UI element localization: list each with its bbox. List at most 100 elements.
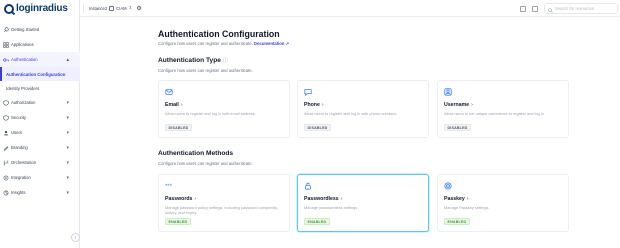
sidebar-subitem-identity-providers[interactable]: Identity Providers [0, 81, 80, 95]
chevron-right-icon: › [194, 196, 197, 202]
sidebar-item-orchestration[interactable]: Orchestration ▾ [0, 155, 80, 170]
sidebar-item-label: Users [11, 130, 22, 135]
chevron-right-icon: › [321, 102, 324, 108]
chevron-down-icon: ▾ [66, 99, 69, 106]
sidebar-item-users[interactable]: Users ▾ [0, 125, 80, 140]
card-title-text: Passwords [165, 196, 193, 202]
rocket-icon [3, 26, 9, 33]
external-link-icon: ↗ [285, 41, 290, 46]
chevron-down-icon: ▾ [66, 174, 69, 181]
svg-text:***: *** [165, 184, 173, 190]
card-description: Allow users to register and log in with … [165, 111, 256, 116]
palette-icon [3, 145, 9, 151]
card-passwordless[interactable]: Passwordless › Manage passwordless settin… [297, 174, 429, 232]
page-description-text: Configure how users can register and aut… [158, 41, 253, 46]
logo-icon [4, 3, 14, 14]
chevron-down-icon: ▾ [66, 114, 69, 121]
chevron-down-icon: ▾ [66, 129, 69, 136]
card-description: Manage Passkey settings. [444, 205, 490, 210]
password-icon: *** [165, 182, 173, 190]
search-input[interactable] [555, 6, 617, 11]
divider [83, 3, 84, 13]
sidebar-item-label: Branding [11, 145, 28, 150]
sidebar-item-integration[interactable]: Integration ▾ [0, 170, 80, 185]
top-bar-actions [520, 3, 618, 14]
gear-icon[interactable]: ⚙ [136, 5, 141, 12]
card-title: Passwordless › [304, 196, 342, 202]
sidebar: loginradius Getting Started Applications… [0, 0, 80, 248]
card-title: Phone › [304, 102, 324, 108]
page-description: Configure how users can register and aut… [158, 41, 289, 46]
chevron-right-icon: › [466, 196, 469, 202]
card-description: Allow users to register and log in with … [304, 111, 398, 116]
key-icon [3, 57, 9, 63]
search-icon [548, 0, 553, 18]
status-badge: ENABLED [444, 218, 470, 225]
card-title-text: Passwordless [304, 196, 339, 202]
chevron-down-icon: ▾ [66, 189, 69, 196]
lock-open-icon [304, 182, 312, 190]
sidebar-item-label: Insights [11, 190, 26, 195]
documentation-link[interactable]: Documentation ↗ [254, 41, 289, 46]
card-title-text: Phone [304, 102, 320, 108]
sidebar-subitem-label: Identity Providers [6, 85, 40, 91]
sidebar-nav: Getting Started Applications Authenticat… [0, 22, 80, 200]
chevron-down-icon: ▾ [66, 159, 69, 166]
page-title: Authentication Configuration [158, 29, 280, 39]
card-passkey[interactable]: Passkey › Manage Passkey settings. ENABLE… [437, 174, 569, 232]
tenant-switcher[interactable]: Instance2 CIAM ⇕ [89, 5, 132, 11]
logo[interactable]: loginradius [4, 3, 68, 14]
user-card-icon [444, 88, 452, 96]
sidebar-item-label: Integration [11, 175, 31, 180]
sidebar-item-label: Authorization [11, 100, 36, 105]
shield-icon [3, 114, 9, 121]
sidebar-item-authentication[interactable]: Authentication ▴ [0, 52, 80, 67]
card-description: Allow users to set unique usernames to r… [444, 111, 545, 116]
card-email[interactable]: Email › Allow users to register and log i… [158, 80, 290, 138]
sidebar-item-branding[interactable]: Branding ▾ [0, 140, 80, 155]
sidebar-item-insights[interactable]: Insights ▾ [0, 185, 80, 200]
sidebar-item-label: Authentication [11, 57, 38, 62]
environment-label: CIAM [116, 5, 127, 11]
chevron-left-icon: ‹ [74, 234, 77, 241]
card-description: Manage passwordless settings. [304, 205, 359, 210]
card-description: Manage password policy settings, includi… [165, 205, 278, 215]
mail-icon [165, 88, 173, 96]
card-passwords[interactable]: *** Passwords › Manage password policy se… [158, 174, 290, 232]
sidebar-item-label: Applications [11, 42, 34, 47]
info-icon[interactable]: ⓘ [223, 57, 228, 64]
sidebar-collapse-button[interactable]: ‹ [71, 233, 80, 242]
grid-icon [3, 41, 9, 48]
auth-methods-description: Configure how users can register and aut… [158, 161, 253, 166]
card-username[interactable]: Username › Allow users to set unique user… [437, 80, 569, 138]
status-badge: DISABLED [304, 124, 331, 131]
chat-icon [304, 88, 312, 96]
check-shield-icon [3, 99, 9, 106]
auth-type-description: Configure how users can register and aut… [158, 68, 253, 73]
flow-icon [3, 160, 9, 166]
chart-icon [3, 190, 9, 196]
chevron-right-icon: › [340, 196, 343, 202]
environment-icon [109, 5, 115, 11]
chevron-down-icon: ▾ [66, 144, 69, 151]
card-title-text: Passkey [444, 196, 465, 202]
sidebar-item-applications[interactable]: Applications [0, 37, 80, 52]
sidebar-item-security[interactable]: Security ▾ [0, 110, 80, 125]
search-box[interactable] [544, 3, 618, 14]
sidebar-subitem-label: Authentication Configuration [6, 71, 66, 77]
status-badge: ENABLED [165, 218, 191, 225]
auth-methods-heading: Authentication Methods [158, 150, 233, 157]
sidebar-subitem-authentication-configuration[interactable]: Authentication Configuration [0, 67, 80, 81]
notification-icon[interactable] [532, 5, 538, 12]
help-icon[interactable] [520, 5, 526, 12]
card-title: Email › [165, 102, 183, 108]
card-title-text: Email [165, 102, 179, 108]
chevron-up-icon: ▴ [66, 56, 69, 63]
documentation-link-text: Documentation [253, 41, 285, 46]
sidebar-item-getting-started[interactable]: Getting Started [0, 22, 80, 37]
sidebar-item-authorization[interactable]: Authorization ▾ [0, 95, 80, 110]
auth-type-heading: Authentication Type ⓘ [158, 57, 228, 64]
sidebar-item-label: Security [11, 115, 27, 120]
sidebar-item-label: Getting Started [11, 27, 40, 32]
card-phone[interactable]: Phone › Allow users to register and log i… [297, 80, 429, 138]
